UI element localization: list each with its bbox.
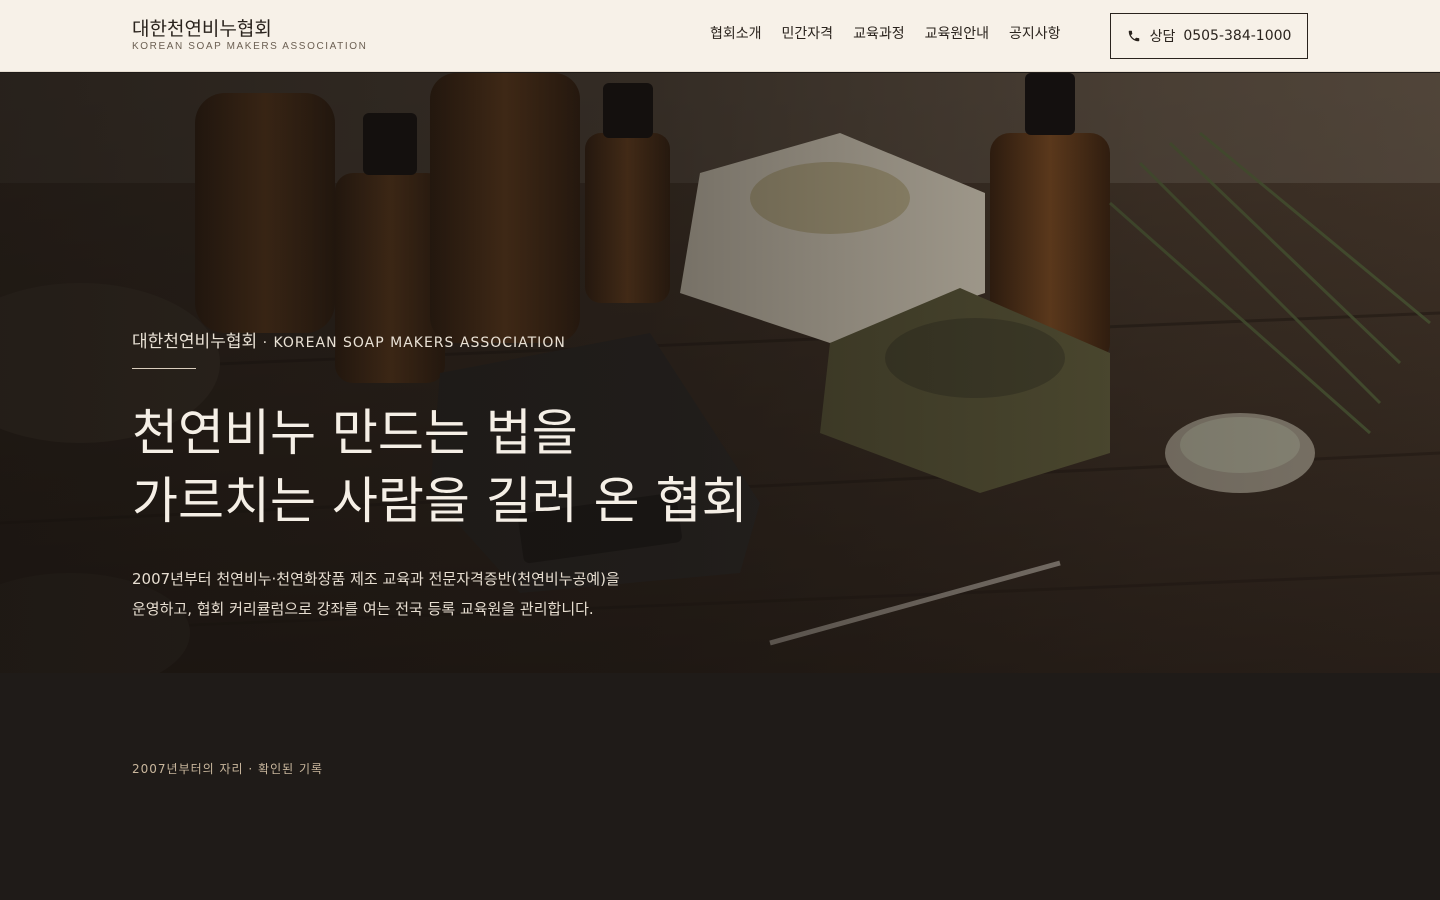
- hero-headline-line-2: 가르치는 사람을 길러 온 협회: [132, 472, 748, 530]
- nav-item-courses[interactable]: 교육과정: [853, 24, 905, 44]
- hero-description-line-1: 2007년부터 천연비누·천연화장품 제조 교육과 전문자격증반(천연비누공예)…: [132, 570, 620, 588]
- hero-section: 대한천연비누협회 · KOREAN SOAP MAKERS ASSOCIATIO…: [0, 73, 1440, 673]
- history-section: 2007년부터의 자리 · 확인된 기록: [0, 673, 1440, 900]
- hero-eyebrow-ko: 대한천연비누협회: [132, 332, 258, 352]
- hero-headline: 천연비누 만드는 법을 가르치는 사람을 길러 온 협회: [132, 399, 748, 535]
- cta-phone-number: 0505-384-1000: [1183, 28, 1292, 44]
- brand-name-ko: 대한천연비누협회: [132, 18, 272, 40]
- brand-name-en: KOREAN SOAP MAKERS ASSOCIATION: [132, 41, 368, 52]
- consult-phone-button[interactable]: 상담 0505-384-1000: [1110, 13, 1308, 59]
- hero-description: 2007년부터 천연비누·천연화장품 제조 교육과 전문자격증반(천연비누공예)…: [132, 564, 620, 624]
- hero-eyebrow: 대한천연비누협회 · KOREAN SOAP MAKERS ASSOCIATIO…: [132, 327, 566, 352]
- hero-divider: [132, 368, 196, 369]
- nav-item-academies[interactable]: 교육원안내: [925, 24, 989, 44]
- hero-eyebrow-en: KOREAN SOAP MAKERS ASSOCIATION: [273, 335, 566, 351]
- brand-logo[interactable]: 대한천연비누협회 KOREAN SOAP MAKERS ASSOCIATION: [132, 18, 367, 53]
- main-nav: 협회소개 민간자격 교육과정 교육원안내 공지사항: [700, 24, 1071, 44]
- hero-description-line-2: 운영하고, 협회 커리큘럼으로 강좌를 여는 전국 등록 교육원을 관리합니다.: [132, 600, 594, 618]
- site-header: 대한천연비누협회 KOREAN SOAP MAKERS ASSOCIATION …: [0, 0, 1440, 72]
- nav-item-certification[interactable]: 민간자격: [782, 24, 834, 44]
- cta-label: 상담: [1149, 29, 1176, 45]
- nav-item-about[interactable]: 협회소개: [710, 24, 762, 44]
- nav-item-notices[interactable]: 공지사항: [1009, 24, 1061, 44]
- phone-icon: [1127, 29, 1141, 43]
- hero-eyebrow-separator: ·: [257, 335, 274, 351]
- section-kicker: 2007년부터의 자리 · 확인된 기록: [132, 762, 324, 776]
- hero-headline-line-1: 천연비누 만드는 법을: [132, 404, 578, 462]
